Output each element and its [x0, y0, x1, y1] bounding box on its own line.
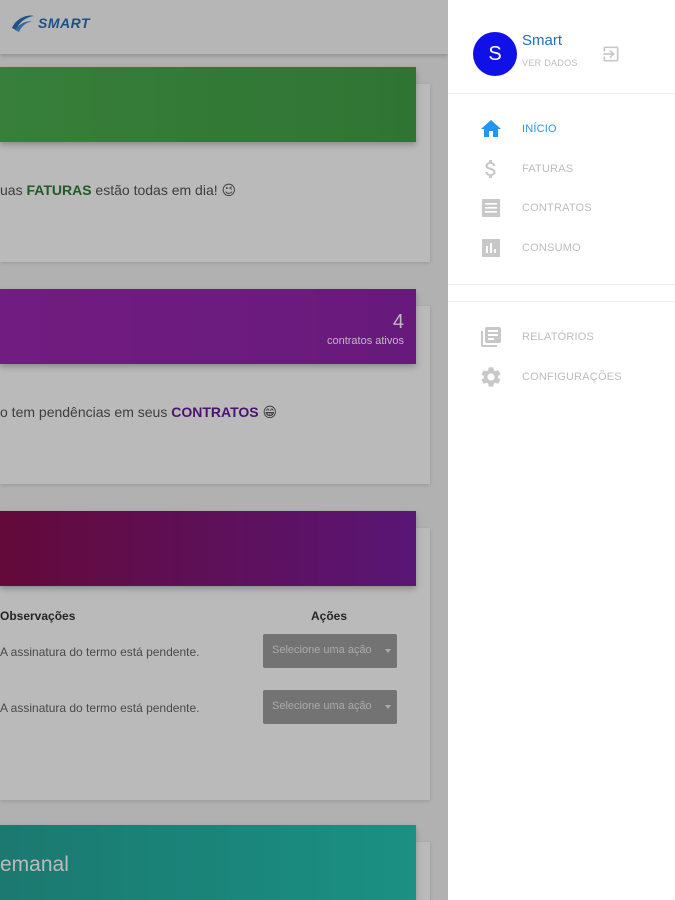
bar-chart-icon — [482, 239, 500, 257]
navigation-drawer: S Smart VER DADOS INÍCIO FATURAS CONTRAT… — [448, 0, 675, 900]
nav-item-contratos[interactable]: CONTRATOS — [448, 190, 675, 226]
nav-item-configuracoes[interactable]: CONFIGURAÇÕES — [448, 359, 675, 395]
dollar-icon — [485, 160, 496, 178]
logout-icon — [603, 46, 619, 62]
view-profile-link[interactable]: VER DADOS — [522, 58, 578, 68]
divider — [448, 284, 675, 285]
avatar[interactable]: S — [473, 32, 517, 76]
nav-label: CONSUMO — [522, 242, 581, 254]
drawer-backdrop[interactable] — [0, 0, 448, 900]
nav-item-faturas[interactable]: FATURAS — [448, 151, 675, 187]
nav-label: CONFIGURAÇÕES — [522, 371, 622, 383]
nav-label: INÍCIO — [522, 123, 557, 135]
user-name: Smart — [522, 32, 563, 49]
nav-item-relatorios[interactable]: RELATÓRIOS — [448, 319, 675, 355]
gear-icon — [481, 367, 501, 387]
document-icon — [482, 199, 500, 217]
nav-label: RELATÓRIOS — [522, 331, 595, 343]
nav-label: CONTRATOS — [522, 202, 592, 214]
nav-item-consumo[interactable]: CONSUMO — [448, 230, 675, 266]
library-books-icon — [481, 327, 501, 347]
nav-label: FATURAS — [522, 163, 574, 175]
logout-button[interactable] — [601, 44, 621, 69]
divider — [448, 93, 675, 94]
divider — [448, 301, 675, 302]
nav-item-inicio[interactable]: INÍCIO — [448, 111, 675, 147]
home-icon — [481, 120, 501, 137]
